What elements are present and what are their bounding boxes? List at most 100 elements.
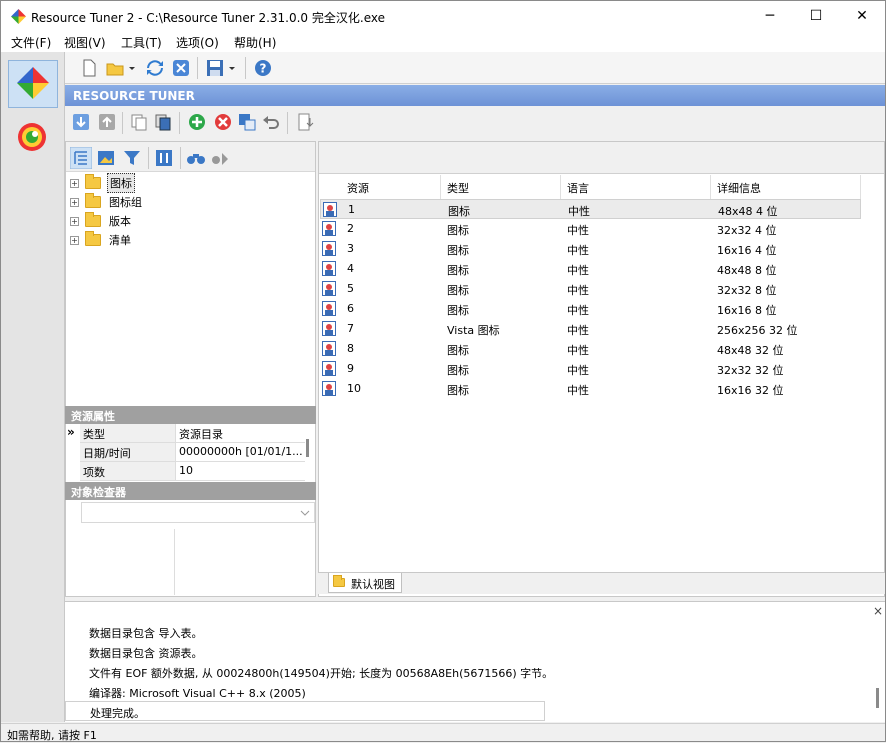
table-row[interactable]: 3 图标 中性 16x16 4 位 xyxy=(320,239,861,259)
tree-item-manifest[interactable]: + 清单 xyxy=(70,231,133,249)
menu-options[interactable]: 选项(O) xyxy=(176,34,219,51)
refresh-icon[interactable] xyxy=(145,58,165,78)
maximize-button[interactable]: ☐ xyxy=(793,1,839,32)
find-binoculars-icon[interactable] xyxy=(186,148,206,168)
cell-language: 中性 xyxy=(567,384,589,397)
menu-view[interactable]: 视图(V) xyxy=(64,34,106,51)
move-down-icon[interactable] xyxy=(71,112,91,132)
cell-language: 中性 xyxy=(567,224,589,237)
add-resource-icon[interactable] xyxy=(187,112,207,132)
properties-scrollbar[interactable] xyxy=(306,439,309,457)
window-title: Resource Tuner 2 - C:\Resource Tuner 2.3… xyxy=(31,11,385,25)
resource-tuner-header: RESOURCE TUNER xyxy=(65,85,885,106)
expand-icon[interactable]: + xyxy=(70,216,79,226)
resource-properties-header: 资源属性 xyxy=(65,406,316,424)
minimize-button[interactable]: ─ xyxy=(747,1,793,32)
table-row[interactable]: 10 图标 中性 16x16 32 位 xyxy=(320,379,861,399)
menu-file[interactable]: 文件(F) xyxy=(11,34,51,51)
icon-resource-icon xyxy=(322,281,336,296)
menu-help[interactable]: 帮助(H) xyxy=(234,34,276,51)
cell-details: 16x16 8 位 xyxy=(717,304,777,317)
save-icon[interactable] xyxy=(205,58,225,78)
expand-icon[interactable]: + xyxy=(70,235,79,245)
close-button[interactable]: ✕ xyxy=(839,1,885,32)
paste-icon[interactable] xyxy=(153,112,173,132)
table-row[interactable]: 1 图标 中性 48x48 4 位 xyxy=(320,199,861,219)
folder-icon xyxy=(85,193,101,208)
property-value[interactable]: 10 xyxy=(175,462,305,481)
copy-icon[interactable] xyxy=(129,112,149,132)
icon-resource-icon xyxy=(322,241,336,256)
chevron-down-icon[interactable] xyxy=(127,58,137,78)
icon-resource-icon xyxy=(322,381,336,396)
tree-item-icon[interactable]: + 图标 xyxy=(70,173,135,193)
filter-icon[interactable] xyxy=(122,148,142,168)
tab-default-view[interactable]: 默认视图 xyxy=(328,573,402,593)
expand-icon[interactable]: + xyxy=(70,197,79,207)
resource-tuner-launch-button[interactable] xyxy=(8,60,58,108)
cell-type: 图标 xyxy=(447,224,469,237)
tree-item-label: 版本 xyxy=(109,215,131,228)
new-file-icon[interactable] xyxy=(79,58,99,78)
column-header-resource[interactable]: 资源 xyxy=(341,175,441,199)
folder-icon xyxy=(85,174,101,189)
find-next-icon[interactable] xyxy=(210,148,230,168)
table-row[interactable]: 8 图标 中性 48x48 32 位 xyxy=(320,339,861,359)
object-inspector-header: 对象检查器 xyxy=(65,482,316,500)
table-row[interactable]: 2 图标 中性 32x32 4 位 xyxy=(320,219,861,239)
toolbar-separator xyxy=(148,147,149,169)
column-header-language[interactable]: 语言 xyxy=(561,175,711,199)
object-inspector-dropdown[interactable] xyxy=(81,502,315,523)
delete-resource-icon[interactable] xyxy=(213,112,233,132)
table-row[interactable]: 7 Vista 图标 中性 256x256 32 位 xyxy=(320,319,861,339)
property-row[interactable]: 日期/时间 00000000h [01/01/1... xyxy=(65,443,305,462)
toolbar-separator xyxy=(197,57,198,79)
column-header-type[interactable]: 类型 xyxy=(441,175,561,199)
property-row[interactable]: » 类型 资源目录 xyxy=(65,424,305,443)
toolbar-separator xyxy=(179,112,180,134)
icon-resource-icon xyxy=(322,301,336,316)
folder-icon xyxy=(85,231,101,246)
color-palette-icon xyxy=(18,123,46,151)
log-line-current: 处理完成。 xyxy=(65,701,545,721)
icon-resource-icon xyxy=(322,361,336,376)
open-folder-icon[interactable] xyxy=(105,58,125,78)
move-up-icon[interactable] xyxy=(97,112,117,132)
cell-resource: 1 xyxy=(348,203,355,216)
cell-details: 16x16 32 位 xyxy=(717,384,784,397)
translate-icon[interactable] xyxy=(237,112,257,132)
cell-type: 图标 xyxy=(447,344,469,357)
property-value[interactable]: 资源目录 xyxy=(175,424,305,443)
image-view-icon[interactable] xyxy=(96,148,116,168)
view-tab-bar: 默认视图 xyxy=(318,572,885,594)
menu-tools[interactable]: 工具(T) xyxy=(121,34,162,51)
table-row[interactable]: 9 图标 中性 32x32 32 位 xyxy=(320,359,861,379)
main-toolbar: ? xyxy=(65,52,885,84)
properties-icon[interactable] xyxy=(295,112,315,132)
settings-sliders-icon[interactable] xyxy=(154,148,174,168)
cell-resource: 7 xyxy=(347,322,354,335)
log-scrollbar[interactable] xyxy=(876,688,879,708)
icon-editor-launch-button[interactable] xyxy=(8,112,58,160)
log-close-button[interactable]: × xyxy=(873,604,883,618)
property-value[interactable]: 00000000h [01/01/1... xyxy=(175,443,305,462)
tree-item-label: 图标组 xyxy=(109,196,142,209)
table-row[interactable]: 5 图标 中性 32x32 8 位 xyxy=(320,279,861,299)
log-line: 数据目录包含 导入表。 xyxy=(89,627,203,640)
column-header-details[interactable]: 详细信息 xyxy=(711,175,861,199)
title-bar[interactable]: Resource Tuner 2 - C:\Resource Tuner 2.3… xyxy=(1,1,885,32)
tree-item-icon-group[interactable]: + 图标组 xyxy=(70,193,144,211)
property-row[interactable]: 项数 10 xyxy=(65,462,305,481)
table-row[interactable]: 6 图标 中性 16x16 8 位 xyxy=(320,299,861,319)
tree-view-icon[interactable] xyxy=(70,147,92,169)
help-icon[interactable]: ? xyxy=(253,58,273,78)
table-row[interactable]: 4 图标 中性 48x48 8 位 xyxy=(320,259,861,279)
tree-item-version[interactable]: + 版本 xyxy=(70,212,133,230)
expand-icon[interactable]: + xyxy=(70,178,79,188)
log-panel: × 数据目录包含 导入表。 数据目录包含 资源表。 文件有 EOF 额外数据, … xyxy=(65,601,885,722)
cell-language: 中性 xyxy=(567,264,589,277)
cell-resource: 5 xyxy=(347,282,354,295)
undo-icon[interactable] xyxy=(261,112,281,132)
chevron-down-icon[interactable] xyxy=(227,58,237,78)
close-file-icon[interactable] xyxy=(171,58,191,78)
